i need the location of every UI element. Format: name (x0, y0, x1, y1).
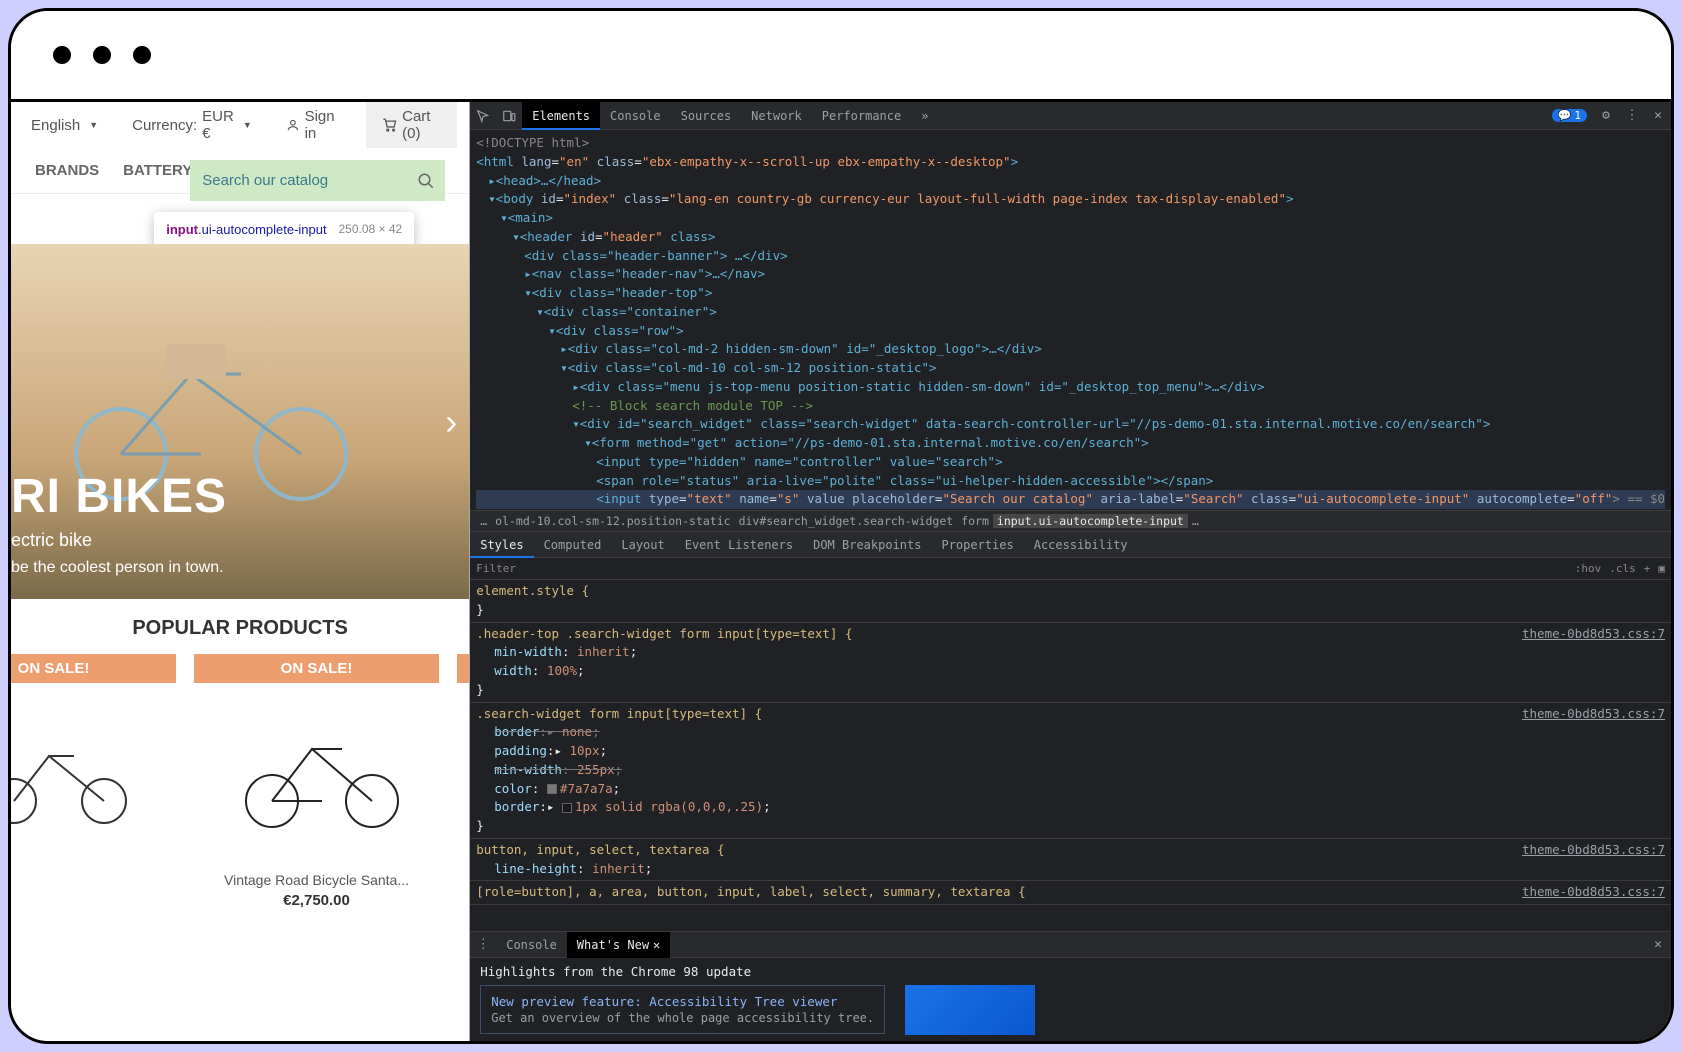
product-name: Vintage Road Bicycle Santa... (457, 872, 470, 888)
traffic-light-min[interactable] (93, 46, 111, 64)
sale-badge: ON SALE! (194, 654, 439, 683)
nav-brands[interactable]: BRANDS (35, 162, 99, 179)
cart-link[interactable]: Cart (0) (366, 102, 457, 148)
window-titlebar (11, 11, 1671, 99)
tab-properties[interactable]: Properties (931, 532, 1023, 558)
drawer-menu-button[interactable]: ⋮ (470, 932, 496, 958)
bike-thumb-icon (11, 716, 139, 826)
search-input[interactable] (190, 160, 445, 201)
dom-selected-node[interactable]: <input type="text" name="s" value placeh… (476, 490, 1665, 509)
feature-desc: Get an overview of the whole page access… (491, 1011, 874, 1025)
drawer-tab-console[interactable]: Console (496, 932, 567, 958)
hero-subtitle: ectric bike (11, 530, 92, 551)
top-utility-bar: English Currency: EUR € Sign in Cart (0) (11, 102, 469, 148)
carousel-next-button[interactable]: › (445, 401, 457, 443)
cls-toggle[interactable]: .cls (1609, 562, 1636, 575)
product-price: €1,790.00 (457, 892, 470, 909)
product-card[interactable]: ON SALE! Vintage Road Bicycle Santa... €… (457, 654, 470, 909)
website-pane: English Currency: EUR € Sign in Cart (0)… (11, 102, 470, 1041)
source-link[interactable]: theme-0bd8d53.css:7 (1522, 705, 1665, 724)
tab-elements[interactable]: Elements (522, 102, 600, 130)
tab-computed[interactable]: Computed (534, 532, 612, 558)
currency-label: Currency: (132, 117, 197, 134)
kebab-menu-button[interactable]: ⋮ (1619, 103, 1645, 129)
breadcrumb[interactable]: … ol-md-10.col-sm-12.position-static div… (470, 510, 1671, 532)
inspect-element-button[interactable] (470, 103, 496, 129)
tab-dombreak[interactable]: DOM Breakpoints (803, 532, 931, 558)
hero-banner: RI BIKES ectric bike be the coolest pers… (11, 244, 469, 599)
tab-styles[interactable]: Styles (470, 532, 533, 558)
devtools-pane: Elements Console Sources Network Perform… (470, 102, 1671, 1041)
signin-link[interactable]: Sign in (278, 102, 348, 148)
bike-thumb-icon (222, 711, 412, 831)
tab-accessibility[interactable]: Accessibility (1024, 532, 1138, 558)
tooltip-class: .ui-autocomplete-input (198, 222, 327, 237)
feature-graphic (905, 985, 1035, 1035)
product-card[interactable]: ON SALE! (11, 654, 176, 909)
currency-selector[interactable]: Currency: EUR € (124, 102, 260, 148)
tab-network[interactable]: Network (741, 102, 812, 130)
tab-events[interactable]: Event Listeners (675, 532, 803, 558)
traffic-light-max[interactable] (133, 46, 151, 64)
product-price: €2,750.00 (194, 892, 439, 909)
device-toolbar-button[interactable] (496, 103, 522, 129)
tooltip-tag: input (166, 222, 198, 237)
settings-button[interactable]: ⚙ (1593, 103, 1619, 129)
traffic-light-close[interactable] (53, 46, 71, 64)
issues-badge[interactable]: 💬1 (1552, 109, 1587, 122)
styles-panel[interactable]: element.style { } theme-0bd8d53.css:7 .h… (470, 580, 1671, 931)
signin-label: Sign in (305, 108, 340, 142)
product-name: Vintage Road Bicycle Santa... (194, 872, 439, 888)
language-selector[interactable]: English (23, 102, 106, 148)
source-link[interactable]: theme-0bd8d53.css:7 (1522, 883, 1665, 902)
product-card[interactable]: ON SALE! Vintage Road Bicycle Santa... €… (194, 654, 439, 909)
filter-input[interactable]: Filter (476, 562, 516, 575)
cart-label: Cart (0) (402, 108, 441, 142)
dom-tree[interactable]: <!DOCTYPE html> <html lang="en" class="e… (470, 130, 1671, 510)
tab-performance[interactable]: Performance (812, 102, 911, 130)
box-model-icon[interactable]: ▣ (1658, 562, 1665, 575)
styles-tabbar: Styles Computed Layout Event Listeners D… (470, 532, 1671, 558)
search-widget (190, 160, 445, 201)
new-rule-button[interactable]: + (1644, 562, 1651, 575)
drawer-close-button[interactable]: ✕ (1645, 932, 1671, 958)
sale-badge: ON SALE! (457, 654, 470, 683)
tab-more[interactable]: » (911, 102, 938, 130)
close-devtools-button[interactable]: ✕ (1645, 103, 1671, 129)
tab-console[interactable]: Console (600, 102, 671, 130)
hero-title: RI BIKES (11, 469, 227, 524)
feature-card[interactable]: New preview feature: Accessibility Tree … (480, 985, 885, 1034)
product-row: ON SALE! ON SALE! Vintage Road Bicycle S… (11, 654, 469, 909)
whatsnew-heading: Highlights from the Chrome 98 update (480, 964, 1661, 979)
styles-filter-bar: Filter :hov .cls + ▣ (470, 558, 1671, 580)
sale-badge: ON SALE! (11, 654, 176, 683)
nav-battery[interactable]: BATTERY (123, 162, 192, 179)
source-link[interactable]: theme-0bd8d53.css:7 (1522, 841, 1665, 860)
hov-toggle[interactable]: :hov (1575, 562, 1602, 575)
devtools-drawer: ⋮ Console What's New✕ ✕ Highlights from … (470, 931, 1671, 1041)
currency-value: EUR € (202, 108, 234, 142)
feature-title: New preview feature: Accessibility Tree … (491, 994, 874, 1009)
source-link[interactable]: theme-0bd8d53.css:7 (1522, 625, 1665, 644)
tooltip-dims: 250.08 × 42 (338, 222, 402, 237)
drawer-tab-whatsnew[interactable]: What's New✕ (567, 932, 670, 958)
tab-sources[interactable]: Sources (671, 102, 742, 130)
popular-heading: POPULAR PRODUCTS (11, 617, 469, 640)
devtools-tabbar: Elements Console Sources Network Perform… (470, 102, 1671, 130)
user-icon (286, 116, 300, 134)
search-icon[interactable] (417, 172, 435, 190)
hero-tagline: be the coolest person in town. (11, 559, 224, 577)
tab-layout[interactable]: Layout (611, 532, 674, 558)
cart-icon (382, 115, 397, 135)
close-icon[interactable]: ✕ (653, 932, 660, 958)
